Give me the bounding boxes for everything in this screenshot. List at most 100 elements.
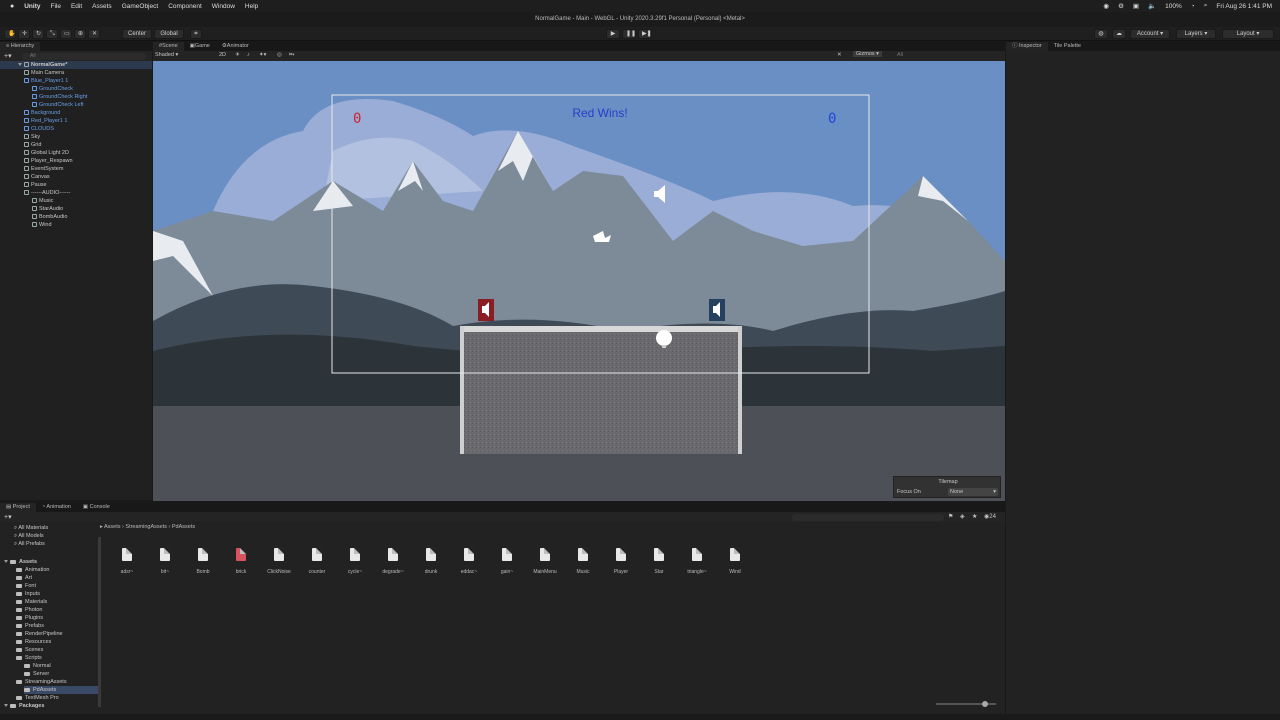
zoom-slider[interactable]: [936, 701, 996, 707]
layers-dropdown[interactable]: Layers ▾: [1176, 29, 1216, 39]
hierarchy-item[interactable]: EventSystem: [0, 165, 63, 173]
asset-file[interactable]: brick: [222, 548, 260, 575]
breadcrumb-item[interactable]: StreamingAssets: [125, 524, 167, 530]
hierarchy-item[interactable]: CLOUDS: [0, 125, 54, 133]
grid-icon[interactable]: ⌗▾: [289, 52, 294, 59]
project-folder[interactable]: Photon: [16, 606, 42, 614]
scene-viewport[interactable]: 0 0 Red Wins! Tilemap Focus On None ▾: [153, 61, 1005, 501]
tab-project[interactable]: ▤ Project: [0, 503, 36, 512]
hierarchy-item[interactable]: Player_Respawn: [0, 157, 73, 165]
2d-toggle[interactable]: 2D: [219, 52, 226, 58]
audio-icon[interactable]: ♪: [247, 52, 250, 58]
expand-arrow-icon[interactable]: [4, 704, 8, 708]
volume-icon[interactable]: 🔈: [1148, 2, 1156, 10]
asset-file[interactable]: gain~: [488, 548, 526, 575]
snap-button[interactable]: ⌗: [190, 29, 202, 39]
hierarchy-item[interactable]: BombAudio: [0, 213, 67, 221]
asset-file[interactable]: Wind: [716, 548, 754, 575]
focus-on-dropdown[interactable]: None ▾: [948, 488, 998, 496]
add-asset-icon[interactable]: +▾: [4, 513, 12, 521]
project-folder[interactable]: Server: [24, 670, 49, 678]
pivot-center-toggle[interactable]: Center: [122, 29, 152, 39]
menu-gameobject[interactable]: GameObject: [122, 3, 159, 10]
status-icon[interactable]: ▣: [1133, 2, 1139, 10]
tab-hierarchy[interactable]: ≡ Hierarchy: [0, 42, 41, 51]
project-folder[interactable]: Art: [16, 574, 32, 582]
favorite-item[interactable]: ⌕ All Models: [14, 532, 44, 540]
transform-tool-button[interactable]: ⊕: [74, 29, 86, 39]
project-folder[interactable]: Normal: [24, 662, 51, 670]
asset-file[interactable]: degrade~: [374, 548, 412, 575]
pause-button[interactable]: ❚❚: [622, 29, 636, 39]
menu-component[interactable]: Component: [168, 3, 202, 10]
menu-edit[interactable]: Edit: [71, 3, 82, 10]
expand-arrow-icon[interactable]: [4, 560, 8, 564]
rect-tool-button[interactable]: ▭: [60, 29, 72, 39]
hierarchy-item[interactable]: StarAudio: [0, 205, 63, 213]
project-folder[interactable]: TextMesh Pro: [16, 694, 59, 702]
asset-file[interactable]: MainMenu: [526, 548, 564, 575]
asset-file[interactable]: bit~: [146, 548, 184, 575]
project-folder[interactable]: Materials: [16, 598, 47, 606]
move-tool-button[interactable]: ✛: [18, 29, 30, 39]
project-folder[interactable]: Animation: [16, 566, 49, 574]
tab-animator[interactable]: ⚙Animator: [216, 42, 255, 51]
hierarchy-item[interactable]: Global Light 2D: [0, 149, 69, 157]
hierarchy-item[interactable]: Canvas: [0, 173, 50, 181]
hierarchy-item[interactable]: Sky: [0, 133, 40, 141]
menu-clock[interactable]: Fri Aug 26 1:41 PM: [1216, 3, 1272, 10]
project-folder[interactable]: Plugins: [16, 614, 43, 622]
hierarchy-item[interactable]: ------AUDIO------: [0, 189, 70, 197]
hierarchy-item[interactable]: Music: [0, 197, 53, 205]
lighting-icon[interactable]: ☀: [235, 52, 240, 58]
tab-animation[interactable]: ◔ Animation: [36, 503, 77, 512]
step-button[interactable]: ▶❚: [638, 29, 652, 39]
filter-icon[interactable]: ⚑: [948, 513, 953, 520]
hierarchy-item[interactable]: Blue_Player1 1: [0, 77, 68, 85]
gizmos-dropdown[interactable]: Gizmos ▾: [853, 51, 882, 57]
hand-tool-button[interactable]: ✋: [4, 29, 16, 39]
hierarchy-item[interactable]: Red_Player1 1: [0, 117, 67, 125]
pivot-global-toggle[interactable]: Global: [154, 29, 184, 39]
menu-file[interactable]: File: [50, 3, 60, 10]
asset-file[interactable]: Player: [602, 548, 640, 575]
asset-file[interactable]: cycle~: [336, 548, 374, 575]
hidden-objects-icon[interactable]: ◎: [277, 52, 282, 58]
wifi-icon[interactable]: ◔: [1191, 3, 1195, 10]
zoom-slider-thumb[interactable]: [982, 701, 988, 707]
hierarchy-item[interactable]: GroundCheck: [0, 85, 73, 93]
tab-game[interactable]: ▣Game: [184, 42, 216, 51]
star-icon[interactable]: ★: [972, 513, 977, 520]
cloud-icon[interactable]: ☁: [1112, 29, 1126, 39]
project-folder[interactable]: Scenes: [16, 646, 43, 654]
hierarchy-item[interactable]: GroundCheck Left: [0, 101, 84, 109]
rotate-tool-button[interactable]: ↻: [32, 29, 44, 39]
asset-file[interactable]: Star: [640, 548, 678, 575]
status-icon[interactable]: ◉: [1103, 2, 1109, 10]
tab-console[interactable]: ▣ Console: [77, 503, 116, 512]
asset-file[interactable]: counter: [298, 548, 336, 575]
hierarchy-search-input[interactable]: All: [22, 53, 146, 60]
hierarchy-item[interactable]: Pause: [0, 181, 47, 189]
project-folder[interactable]: PdAssets: [24, 686, 98, 694]
hierarchy-scene-root[interactable]: NormalGame*: [0, 61, 152, 69]
scene-search-placeholder[interactable]: All: [897, 52, 903, 58]
shading-dropdown[interactable]: Shaded ▾: [155, 52, 178, 58]
assets-root-folder[interactable]: Assets: [4, 558, 37, 566]
hierarchy-item[interactable]: GroundCheck Right: [0, 93, 87, 101]
project-folder[interactable]: Resources: [16, 638, 51, 646]
menu-help[interactable]: Help: [245, 3, 258, 10]
collab-icon[interactable]: ◍: [1094, 29, 1108, 39]
asset-file[interactable]: Music: [564, 548, 602, 575]
status-icon[interactable]: ⚙: [1118, 2, 1124, 10]
packages-folder[interactable]: Packages: [4, 702, 44, 710]
tab-inspector[interactable]: ⓘ Inspector: [1006, 42, 1048, 51]
scale-tool-button[interactable]: ⤡: [46, 29, 58, 39]
tab-scene[interactable]: #Scene: [153, 42, 184, 51]
play-button[interactable]: ▶: [606, 29, 620, 39]
hierarchy-item[interactable]: Background: [0, 109, 60, 117]
menu-app-name[interactable]: Unity: [24, 3, 40, 10]
menu-assets[interactable]: Assets: [92, 3, 112, 10]
project-tree-scrollbar[interactable]: [98, 537, 101, 707]
project-folder[interactable]: Prefabs: [16, 622, 44, 630]
